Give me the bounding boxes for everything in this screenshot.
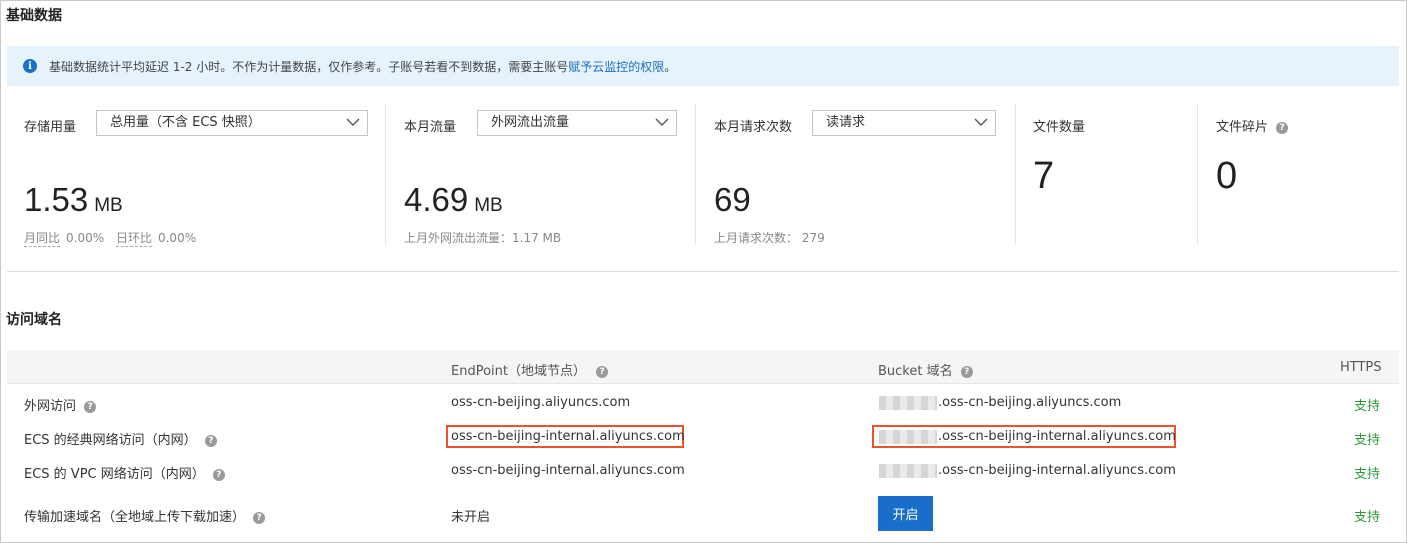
yoy-label[interactable]: 月同比	[24, 231, 61, 247]
endpoint-value: oss-cn-beijing-internal.aliyuncs.com	[451, 429, 685, 444]
divider	[695, 103, 696, 245]
traffic-stat: 本月流量 外网流出流量 4.69 MB 上月外网流出流量：1.17 MB	[404, 103, 684, 245]
divider	[385, 103, 386, 245]
files-label: 文件数量	[1033, 120, 1086, 135]
bucket-domain-text: .oss-cn-beijing.aliyuncs.com	[938, 395, 1122, 410]
access-domain-title: 访问域名	[6, 312, 62, 328]
enable-acceleration-button[interactable]: 开启	[878, 496, 933, 531]
bucket-domain-text: .oss-cn-beijing-internal.aliyuncs.com	[938, 463, 1176, 478]
traffic-label: 本月流量	[404, 120, 457, 135]
files-stat: 文件数量 7	[1033, 103, 1183, 245]
info-icon: i	[23, 59, 37, 73]
endpoint-value: oss-cn-beijing.aliyuncs.com	[451, 395, 631, 410]
bucket-domain-value: .oss-cn-beijing.aliyuncs.com	[879, 395, 1121, 410]
storage-unit: MB	[94, 195, 123, 216]
bucket-header-label: Bucket 域名	[878, 364, 953, 379]
row-label-text: 传输加速域名（全地域上传下载加速）	[24, 510, 246, 525]
notice-permission-link[interactable]: 赋予云监控的权限	[568, 58, 664, 75]
row-label-text: ECS 的经典网络访问（内网）	[24, 433, 197, 448]
question-circle-icon[interactable]: ?	[212, 468, 225, 481]
question-circle-icon[interactable]: ?	[1276, 121, 1289, 134]
table-row-label: ECS 的 VPC 网络访问（内网） ?	[24, 463, 225, 482]
table-row-label: 外网访问 ?	[24, 395, 97, 414]
traffic-select-value: 外网流出流量	[491, 115, 570, 130]
storage-label: 存储用量	[24, 120, 77, 135]
divider	[1197, 103, 1198, 245]
redacted-mask	[879, 463, 937, 478]
fragments-label: 文件碎片	[1216, 120, 1269, 135]
storage-select-value: 总用量（不含 ECS 快照）	[110, 115, 261, 130]
question-circle-icon[interactable]: ?	[596, 365, 609, 378]
requests-label: 本月请求次数	[714, 120, 793, 135]
endpoint-header: EndPoint（地域节点） ?	[451, 360, 609, 379]
chevron-down-icon	[655, 118, 669, 126]
question-circle-icon[interactable]: ?	[84, 400, 97, 413]
traffic-last-month: 上月外网流出流量：1.17 MB	[404, 231, 562, 245]
chevron-down-icon	[974, 118, 988, 126]
domain-table-header: EndPoint（地域节点） ? Bucket 域名 ? HTTPS	[7, 350, 1399, 384]
traffic-unit: MB	[474, 195, 503, 216]
https-header: HTTPS	[1340, 360, 1382, 375]
question-circle-icon[interactable]: ?	[204, 434, 217, 447]
mom-label[interactable]: 日环比	[115, 231, 152, 247]
basic-data-title: 基础数据	[6, 8, 62, 24]
redacted-mask	[879, 395, 937, 410]
traffic-number: 4.69	[404, 181, 469, 218]
fragments-stat: 文件碎片 ? 0	[1216, 103, 1396, 245]
question-circle-icon[interactable]: ?	[960, 365, 973, 378]
redacted-mask	[879, 429, 937, 444]
row-label-text: 外网访问	[24, 399, 77, 414]
table-row-label: 传输加速域名（全地域上传下载加速） ?	[24, 506, 266, 525]
chevron-down-icon	[346, 118, 360, 126]
requests-stat: 本月请求次数 读请求 69 上月请求次数： 279	[714, 103, 1004, 245]
table-row-label: ECS 的经典网络访问（内网） ?	[24, 429, 217, 448]
requests-last-month: 上月请求次数： 279	[714, 231, 825, 245]
fragments-value: 0	[1216, 155, 1238, 197]
https-support: 支持	[1354, 510, 1381, 525]
bucket-domain-value: .oss-cn-beijing-internal.aliyuncs.com	[879, 463, 1176, 478]
storage-number: 1.53	[24, 181, 89, 218]
fragments-label-wrap: 文件碎片 ?	[1216, 116, 1289, 135]
traffic-type-select[interactable]: 外网流出流量	[477, 110, 677, 136]
storage-stat: 存储用量 总用量（不含 ECS 快照） 1.53 MB 月同比 0.00% 日环比 0…	[24, 103, 374, 247]
storage-type-select[interactable]: 总用量（不含 ECS 快照）	[96, 110, 368, 136]
requests-type-select[interactable]: 读请求	[812, 110, 996, 136]
notice-bar: i 基础数据统计平均延迟 1-2 小时。不作为计量数据，仅作参考。子账号若看不到…	[7, 46, 1399, 86]
divider	[1015, 103, 1016, 245]
section-divider	[7, 271, 1399, 272]
acceleration-status: 未开启	[451, 510, 491, 525]
traffic-value: 4.69 MB	[404, 181, 503, 219]
notice-end: 。	[664, 59, 677, 74]
requests-select-value: 读请求	[826, 115, 866, 130]
https-support: 支持	[1354, 433, 1381, 448]
files-value: 7	[1033, 155, 1055, 197]
mom-value: 0.00%	[157, 231, 197, 245]
storage-value: 1.53 MB	[24, 181, 123, 219]
https-support: 支持	[1354, 467, 1381, 482]
endpoint-header-label: EndPoint（地域节点）	[451, 364, 586, 379]
bucket-domain-text: .oss-cn-beijing-internal.aliyuncs.com	[938, 429, 1176, 444]
https-support: 支持	[1354, 399, 1381, 414]
row-label-text: ECS 的 VPC 网络访问（内网）	[24, 467, 205, 482]
storage-compare: 月同比 0.00% 日环比 0.00%	[24, 229, 197, 247]
question-circle-icon[interactable]: ?	[253, 511, 266, 524]
yoy-value: 0.00%	[66, 231, 105, 245]
notice-text: 基础数据统计平均延迟 1-2 小时。不作为计量数据，仅作参考。子账号若看不到数据…	[49, 59, 569, 74]
bucket-domain-value: .oss-cn-beijing-internal.aliyuncs.com	[879, 429, 1176, 444]
requests-value: 69	[714, 181, 751, 218]
endpoint-value: oss-cn-beijing-internal.aliyuncs.com	[451, 463, 685, 478]
bucket-header: Bucket 域名 ?	[878, 360, 973, 379]
